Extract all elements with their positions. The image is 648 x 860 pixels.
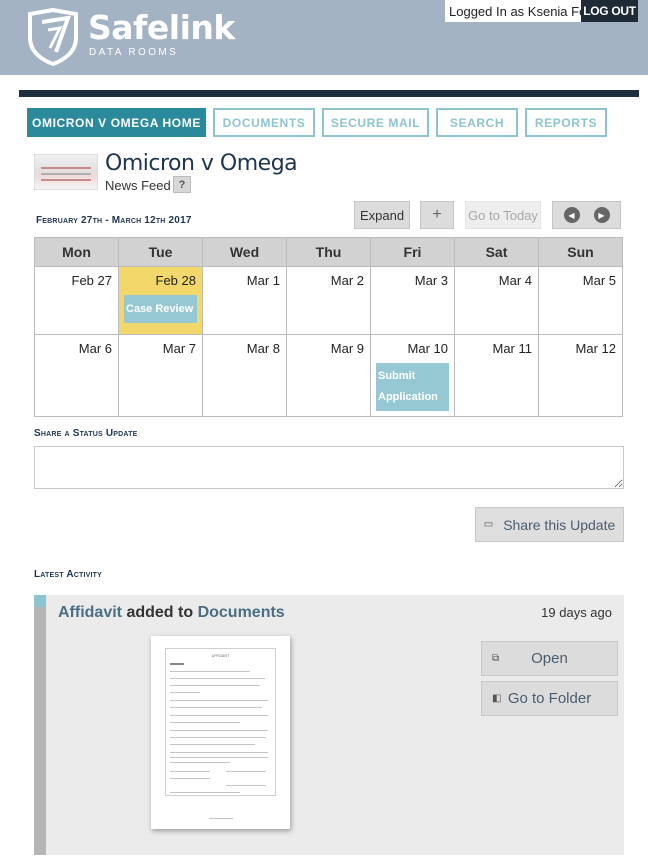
next-week-icon[interactable]: ▶ [593,207,610,223]
go-to-folder-button[interactable]: ◧ Go to Folder [481,681,618,716]
activity-doc-link[interactable]: Affidavit [58,604,122,621]
calendar-day-cell[interactable]: Mar 11 [455,335,539,416]
calendar-week-row: Mar 6 Mar 7 Mar 8 Mar 9 Mar 10 Submit Ap… [34,335,623,417]
brand-name: Safelink [88,8,235,47]
brand-subtitle: DATA ROOMS [89,47,179,58]
day-number: Feb 27 [71,273,112,288]
calendar-day-cell[interactable]: Mar 8 [203,335,287,416]
activity-sidebar [34,607,46,855]
activity-title: Affidavit added to Documents [58,604,285,622]
tab-reports[interactable]: REPORTS [525,108,607,137]
tab-home[interactable]: OMICRON V OMEGA HOME [27,108,206,137]
day-number: Mar 12 [575,341,616,356]
event-case-review[interactable]: Case Review [124,295,197,323]
document-preview[interactable]: AFFIDAVIT [151,636,290,829]
day-header: Mon [35,238,119,266]
day-number: Feb 28 [155,273,196,288]
day-number: Mar 4 [498,273,532,288]
document-heading: AFFIDAVIT [211,654,230,658]
day-header: Wed [203,238,287,266]
open-button[interactable]: ⧉ Open [481,641,618,676]
calendar-day-cell[interactable]: Feb 27 [35,267,119,334]
day-header: Tue [119,238,203,266]
event-submit-application[interactable]: Submit Application [376,363,449,411]
document-page: AFFIDAVIT [165,648,276,796]
day-number: Mar 6 [78,341,112,356]
day-header: Sat [455,238,539,266]
day-header: Thu [287,238,371,266]
day-number: Mar 11 [492,341,533,356]
open-label: Open [531,650,568,667]
share-update-label: Share this Update [503,516,616,533]
calendar-day-cell[interactable]: Mar 4 [455,267,539,334]
activity-folder-link[interactable]: Documents [198,604,285,621]
day-number: Mar 5 [582,273,616,288]
room-thumbnail [34,154,98,190]
panel-top-border [19,90,639,97]
activity-item [34,595,624,855]
calendar-header: Mon Tue Wed Thu Fri Sat Sun [34,237,623,267]
help-button[interactable]: ? [173,176,191,193]
activity-verb: added to [126,604,194,621]
page-title: Omicron v Omega [105,151,298,176]
tab-documents[interactable]: DOCUMENTS [213,108,315,137]
add-event-button[interactable]: + [420,201,454,229]
share-update-button[interactable]: ▭ Share this Update [475,507,624,542]
activity-marker [34,595,46,607]
status-section-label: Share a Status Update [34,428,138,439]
logout-button[interactable]: LOG OUT [581,0,638,22]
activity-section-label: Latest Activity [34,569,102,580]
day-number: Mar 9 [330,341,364,356]
calendar-date-range: February 27th - March 12th 2017 [36,215,192,226]
speech-bubble-icon: ▭ [483,519,494,530]
tab-search[interactable]: SEARCH [436,108,518,137]
calendar-day-cell-today[interactable]: Feb 28 Case Review [119,267,203,334]
calendar-day-cell[interactable]: Mar 7 [119,335,203,416]
calendar-day-cell[interactable]: Mar 6 [35,335,119,416]
page-subtitle: News Feed [105,178,171,193]
day-number: Mar 2 [330,273,364,288]
calendar-day-cell[interactable]: Mar 1 [203,267,287,334]
calendar-grid: Mon Tue Wed Thu Fri Sat Sun Feb 27 Feb 2… [34,237,623,417]
day-number: Mar 1 [246,273,280,288]
status-update-input[interactable] [34,446,624,489]
prev-week-icon[interactable]: ◀ [563,207,580,223]
calendar-day-cell[interactable]: Mar 10 Submit Application [371,335,455,416]
go-to-folder-label: Go to Folder [507,690,592,707]
day-header: Sun [567,244,594,260]
expand-button[interactable]: Expand [354,201,410,229]
day-number: Mar 7 [162,341,196,356]
calendar-day-cell[interactable]: Mar 9 [287,335,371,416]
calendar-day-cell[interactable]: Mar 5 [539,267,622,334]
day-number: Mar 8 [246,341,280,356]
calendar-day-cell[interactable]: Mar 3 [371,267,455,334]
safelink-shield-icon [28,8,78,66]
day-number: Mar 10 [407,341,448,356]
day-header: Fri [371,238,455,266]
calendar-day-cell[interactable]: Mar 12 [539,335,622,416]
calendar-nav: ◀ ▶ [552,201,621,229]
day-number: Mar 3 [414,273,448,288]
activity-timestamp: 19 days ago [541,605,612,620]
logged-in-text: Logged In as Ksenia Ford. [449,3,602,19]
calendar-week-row: Feb 27 Feb 28 Case Review Mar 1 Mar 2 Ma… [34,267,623,335]
tab-secure-mail[interactable]: SECURE MAIL [322,108,429,137]
go-to-today-button[interactable]: Go to Today [465,201,541,229]
calendar-day-cell[interactable]: Mar 2 [287,267,371,334]
